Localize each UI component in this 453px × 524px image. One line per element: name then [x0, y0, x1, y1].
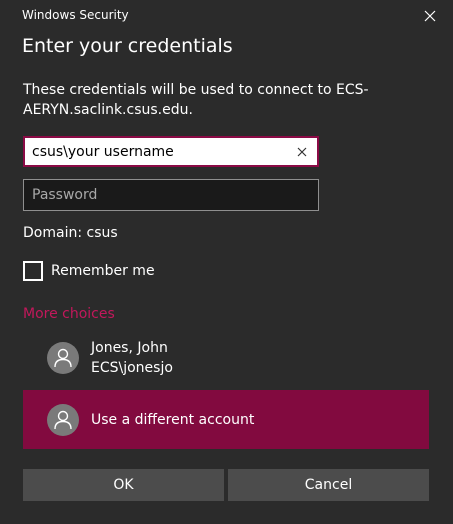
password-input[interactable] — [32, 180, 310, 210]
remember-me-label: Remember me — [51, 263, 155, 279]
credentials-dialog: Windows Security Enter your credentials … — [0, 0, 453, 524]
title-bar: Windows Security — [0, 0, 453, 32]
checkbox-box[interactable] — [23, 261, 43, 281]
clear-username-button[interactable] — [291, 141, 313, 162]
dialog-heading: Enter your credentials — [22, 35, 233, 57]
use-different-account-option[interactable]: Use a different account — [23, 390, 429, 449]
password-field[interactable] — [23, 179, 319, 211]
account-option-jones[interactable]: Jones, John ECS\jonesjo — [23, 332, 429, 384]
account-text: Jones, John ECS\jonesjo — [91, 338, 173, 378]
clear-icon — [297, 147, 307, 156]
domain-label: Domain: csus — [23, 225, 118, 241]
user-avatar-icon — [47, 404, 79, 436]
username-input[interactable] — [32, 138, 287, 165]
user-avatar-icon — [47, 342, 79, 374]
account-username: ECS\jonesjo — [91, 360, 173, 376]
cancel-button[interactable]: Cancel — [228, 469, 429, 501]
close-icon — [424, 10, 436, 22]
different-account-label: Use a different account — [91, 412, 255, 428]
account-name: Jones, John — [91, 340, 168, 356]
window-title: Windows Security — [22, 8, 129, 22]
close-button[interactable] — [407, 0, 453, 32]
ok-button[interactable]: OK — [23, 469, 224, 501]
remember-me-checkbox[interactable]: Remember me — [23, 261, 155, 281]
username-field[interactable] — [23, 136, 319, 167]
more-choices-link[interactable]: More choices — [23, 306, 115, 322]
connection-message: These credentials will be used to connec… — [23, 82, 369, 118]
